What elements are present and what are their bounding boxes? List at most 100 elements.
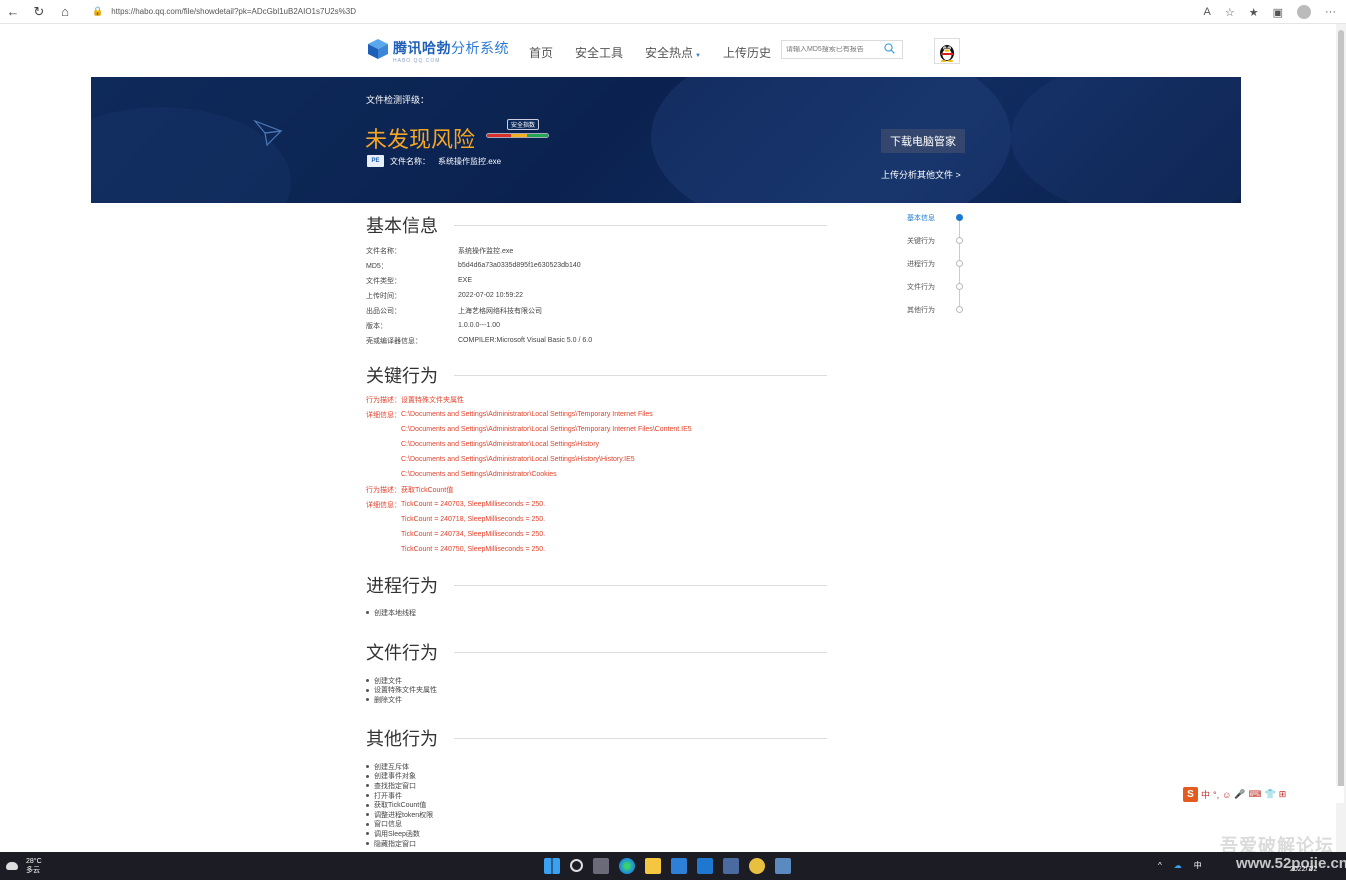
lock-icon: 🔒	[92, 6, 104, 16]
behavior-detail: C:\Documents and Settings\Administrator\…	[401, 426, 692, 433]
upload-other-file-link[interactable]: 上传分析其他文件 >	[881, 168, 961, 181]
windows-start-icon[interactable]	[544, 858, 560, 874]
behavior-detail-row: C:\Documents and Settings\Administrator\…	[366, 422, 827, 437]
list-item: 创建本地线程	[366, 608, 827, 618]
search-icon[interactable]	[884, 42, 895, 57]
nav-hot-label: 安全热点	[645, 46, 694, 60]
list-item: 调整进程token权限	[366, 810, 827, 820]
paper-plane-icon	[253, 119, 283, 147]
store-icon[interactable]	[671, 858, 687, 874]
side-nav-item[interactable]: 关键行为	[907, 236, 935, 246]
process-behavior-section: 进程行为 创建本地线程	[366, 572, 827, 618]
side-nav-dot[interactable]	[956, 306, 963, 313]
info-row: MD5： b5d4d6a73a0335d895f1e630523db140	[366, 258, 827, 273]
nav-history[interactable]: 上传历史	[723, 44, 771, 61]
collections-icon[interactable]: ▣	[1273, 6, 1283, 19]
info-value: b5d4d6a73a0335d895f1e630523db140	[458, 262, 581, 269]
download-pc-manager-button[interactable]: 下载电脑管家	[881, 129, 965, 153]
side-nav-item[interactable]: 基本信息	[907, 213, 935, 223]
other-behavior-section: 其他行为 创建互斥体 创建事件对象 查找指定窗口 打开事件 获取TickCount值 调整…	[366, 725, 827, 848]
info-row: 文件名称： 系统操作监控.exe	[366, 243, 827, 258]
url-text: https://habo.qq.com/file/showdetail?pk=A…	[111, 7, 357, 16]
behavior-desc: 获取TickCount值	[401, 486, 454, 494]
behavior-detail-row: 详细信息： C:\Documents and Settings\Administr…	[366, 407, 827, 422]
logo[interactable]: 腾讯哈勃分析系统 HABO.QQ.COM	[367, 38, 509, 64]
read-aloud-icon[interactable]: A	[1204, 6, 1211, 18]
info-key: 文件名称：	[366, 247, 401, 255]
info-value: 2022-07-02 10:59:22	[458, 292, 523, 299]
profile-icon[interactable]	[1297, 5, 1311, 19]
meter-tip: 安全指数	[507, 119, 540, 130]
nav-hot[interactable]: 安全热点 ▼	[645, 44, 701, 61]
home-icon[interactable]: ⌂	[52, 0, 78, 24]
info-row: 版本： 1.0.0.0---1.00	[366, 318, 827, 333]
behavior-desc-row: 行为描述： 设置特殊文件夹属性	[366, 392, 827, 407]
logo-main-text: 腾讯哈勃	[393, 40, 451, 56]
more-icon[interactable]: ···	[1325, 6, 1336, 18]
ime-voice-icon[interactable]: 🎤	[1234, 789, 1245, 800]
ime-keyboard-icon[interactable]: ⌨	[1249, 789, 1262, 800]
scrollbar[interactable]	[1336, 24, 1346, 852]
info-key: 上传时间：	[366, 292, 401, 300]
chrome-icon[interactable]	[749, 858, 765, 874]
list-item: 创建事件对象	[366, 772, 827, 782]
search-input[interactable]	[782, 46, 882, 53]
site-header: 腾讯哈勃分析系统 HABO.QQ.COM 首页 安全工具 安全热点 ▼ 上传历史	[0, 24, 1336, 77]
edge-icon[interactable]	[619, 858, 635, 874]
info-value: 系统操作监控.exe	[458, 247, 514, 255]
refresh-icon[interactable]: ↻	[26, 0, 52, 24]
file-row: PE 文件名称： 系统操作监控.exe	[367, 155, 501, 167]
browser-toolbar: ← ↻ ⌂ 🔒 https://habo.qq.com/file/showdet…	[0, 0, 1346, 24]
address-bar[interactable]: 🔒 https://habo.qq.com/file/showdetail?pk…	[82, 3, 1162, 21]
behavior-detail-row: C:\Documents and Settings\Administrator\…	[366, 437, 827, 452]
user-avatar[interactable]	[934, 38, 960, 64]
monitor-app-icon[interactable]	[775, 858, 791, 874]
search-taskbar-icon[interactable]	[570, 859, 583, 872]
behavior-detail-label: 详细信息：	[366, 411, 401, 419]
list-item: 打开事件	[366, 791, 827, 801]
scroll-thumb[interactable]	[1338, 30, 1344, 790]
file-name-label: 文件名称：	[390, 156, 430, 166]
ime-punct-icon[interactable]: °,	[1213, 790, 1219, 800]
behavior-desc-row: 行为描述： 获取TickCount值	[366, 482, 827, 497]
behavior-detail-row: C:\Documents and Settings\Administrator\…	[366, 452, 827, 467]
side-nav-item[interactable]: 文件行为	[907, 282, 935, 292]
safety-meter	[486, 133, 549, 138]
onedrive-icon[interactable]: ☁	[1174, 861, 1182, 870]
side-nav-dot[interactable]	[956, 283, 963, 290]
sogou-logo-icon[interactable]: S	[1183, 787, 1198, 802]
pe-file-icon: PE	[367, 155, 384, 167]
process-behavior-title: 进程行为	[366, 576, 438, 596]
tray-chevron-icon[interactable]: ^	[1158, 861, 1162, 870]
mail-icon[interactable]	[697, 858, 713, 874]
list-item: 隐藏指定窗口	[366, 839, 827, 849]
behavior-detail-row: 详细信息： TickCount = 240703, SleepMillisecon…	[366, 497, 827, 512]
nav-home[interactable]: 首页	[529, 44, 553, 61]
side-nav-dot[interactable]	[956, 237, 963, 244]
ime-emoji-icon[interactable]: ☺	[1222, 790, 1231, 800]
list-item: 创建互斥体	[366, 762, 827, 772]
input-lang[interactable]: 中	[1194, 860, 1202, 871]
weather-widget[interactable]: 28°C 多云	[6, 857, 42, 875]
nav-tools[interactable]: 安全工具	[575, 44, 623, 61]
side-nav-item[interactable]: 进程行为	[907, 259, 935, 269]
behavior-detail: C:\Documents and Settings\Administrator\…	[401, 456, 635, 463]
task-view-icon[interactable]	[593, 858, 609, 874]
favorites-icon[interactable]: ★	[1249, 6, 1259, 19]
side-nav-item[interactable]: 其他行为	[907, 305, 935, 315]
taskbar: 28°C 多云 ^ ☁ 中 2022/7/2	[0, 852, 1346, 880]
file-explorer-icon[interactable]	[645, 858, 661, 874]
basic-info-section: 基本信息 文件名称： 系统操作监控.exe MD5： b5d4d6a73a0335d8…	[366, 212, 827, 348]
result-banner: 文件检测评级： 未发现风险 安全指数 PE 文件名称： 系统操作监控.exe 下…	[91, 77, 1241, 203]
ime-skin-icon[interactable]: 👕	[1265, 789, 1276, 800]
info-value: COMPILER:Microsoft Visual Basic 5.0 / 6.…	[458, 337, 593, 344]
ime-mode[interactable]: 中	[1201, 788, 1210, 801]
key-behavior-section: 关键行为 行为描述： 设置特殊文件夹属性 详细信息： C:\Documents and…	[366, 362, 827, 557]
ime-toolbox-icon[interactable]: ⊞	[1279, 789, 1287, 800]
side-nav-dot[interactable]	[956, 260, 963, 267]
back-icon[interactable]: ←	[0, 0, 26, 24]
side-nav-dot[interactable]	[956, 214, 963, 221]
behavior-detail: TickCount = 240750, SleepMilliseconds = …	[401, 546, 546, 553]
favorite-add-icon[interactable]: ☆	[1225, 6, 1235, 19]
app-icon[interactable]	[723, 858, 739, 874]
